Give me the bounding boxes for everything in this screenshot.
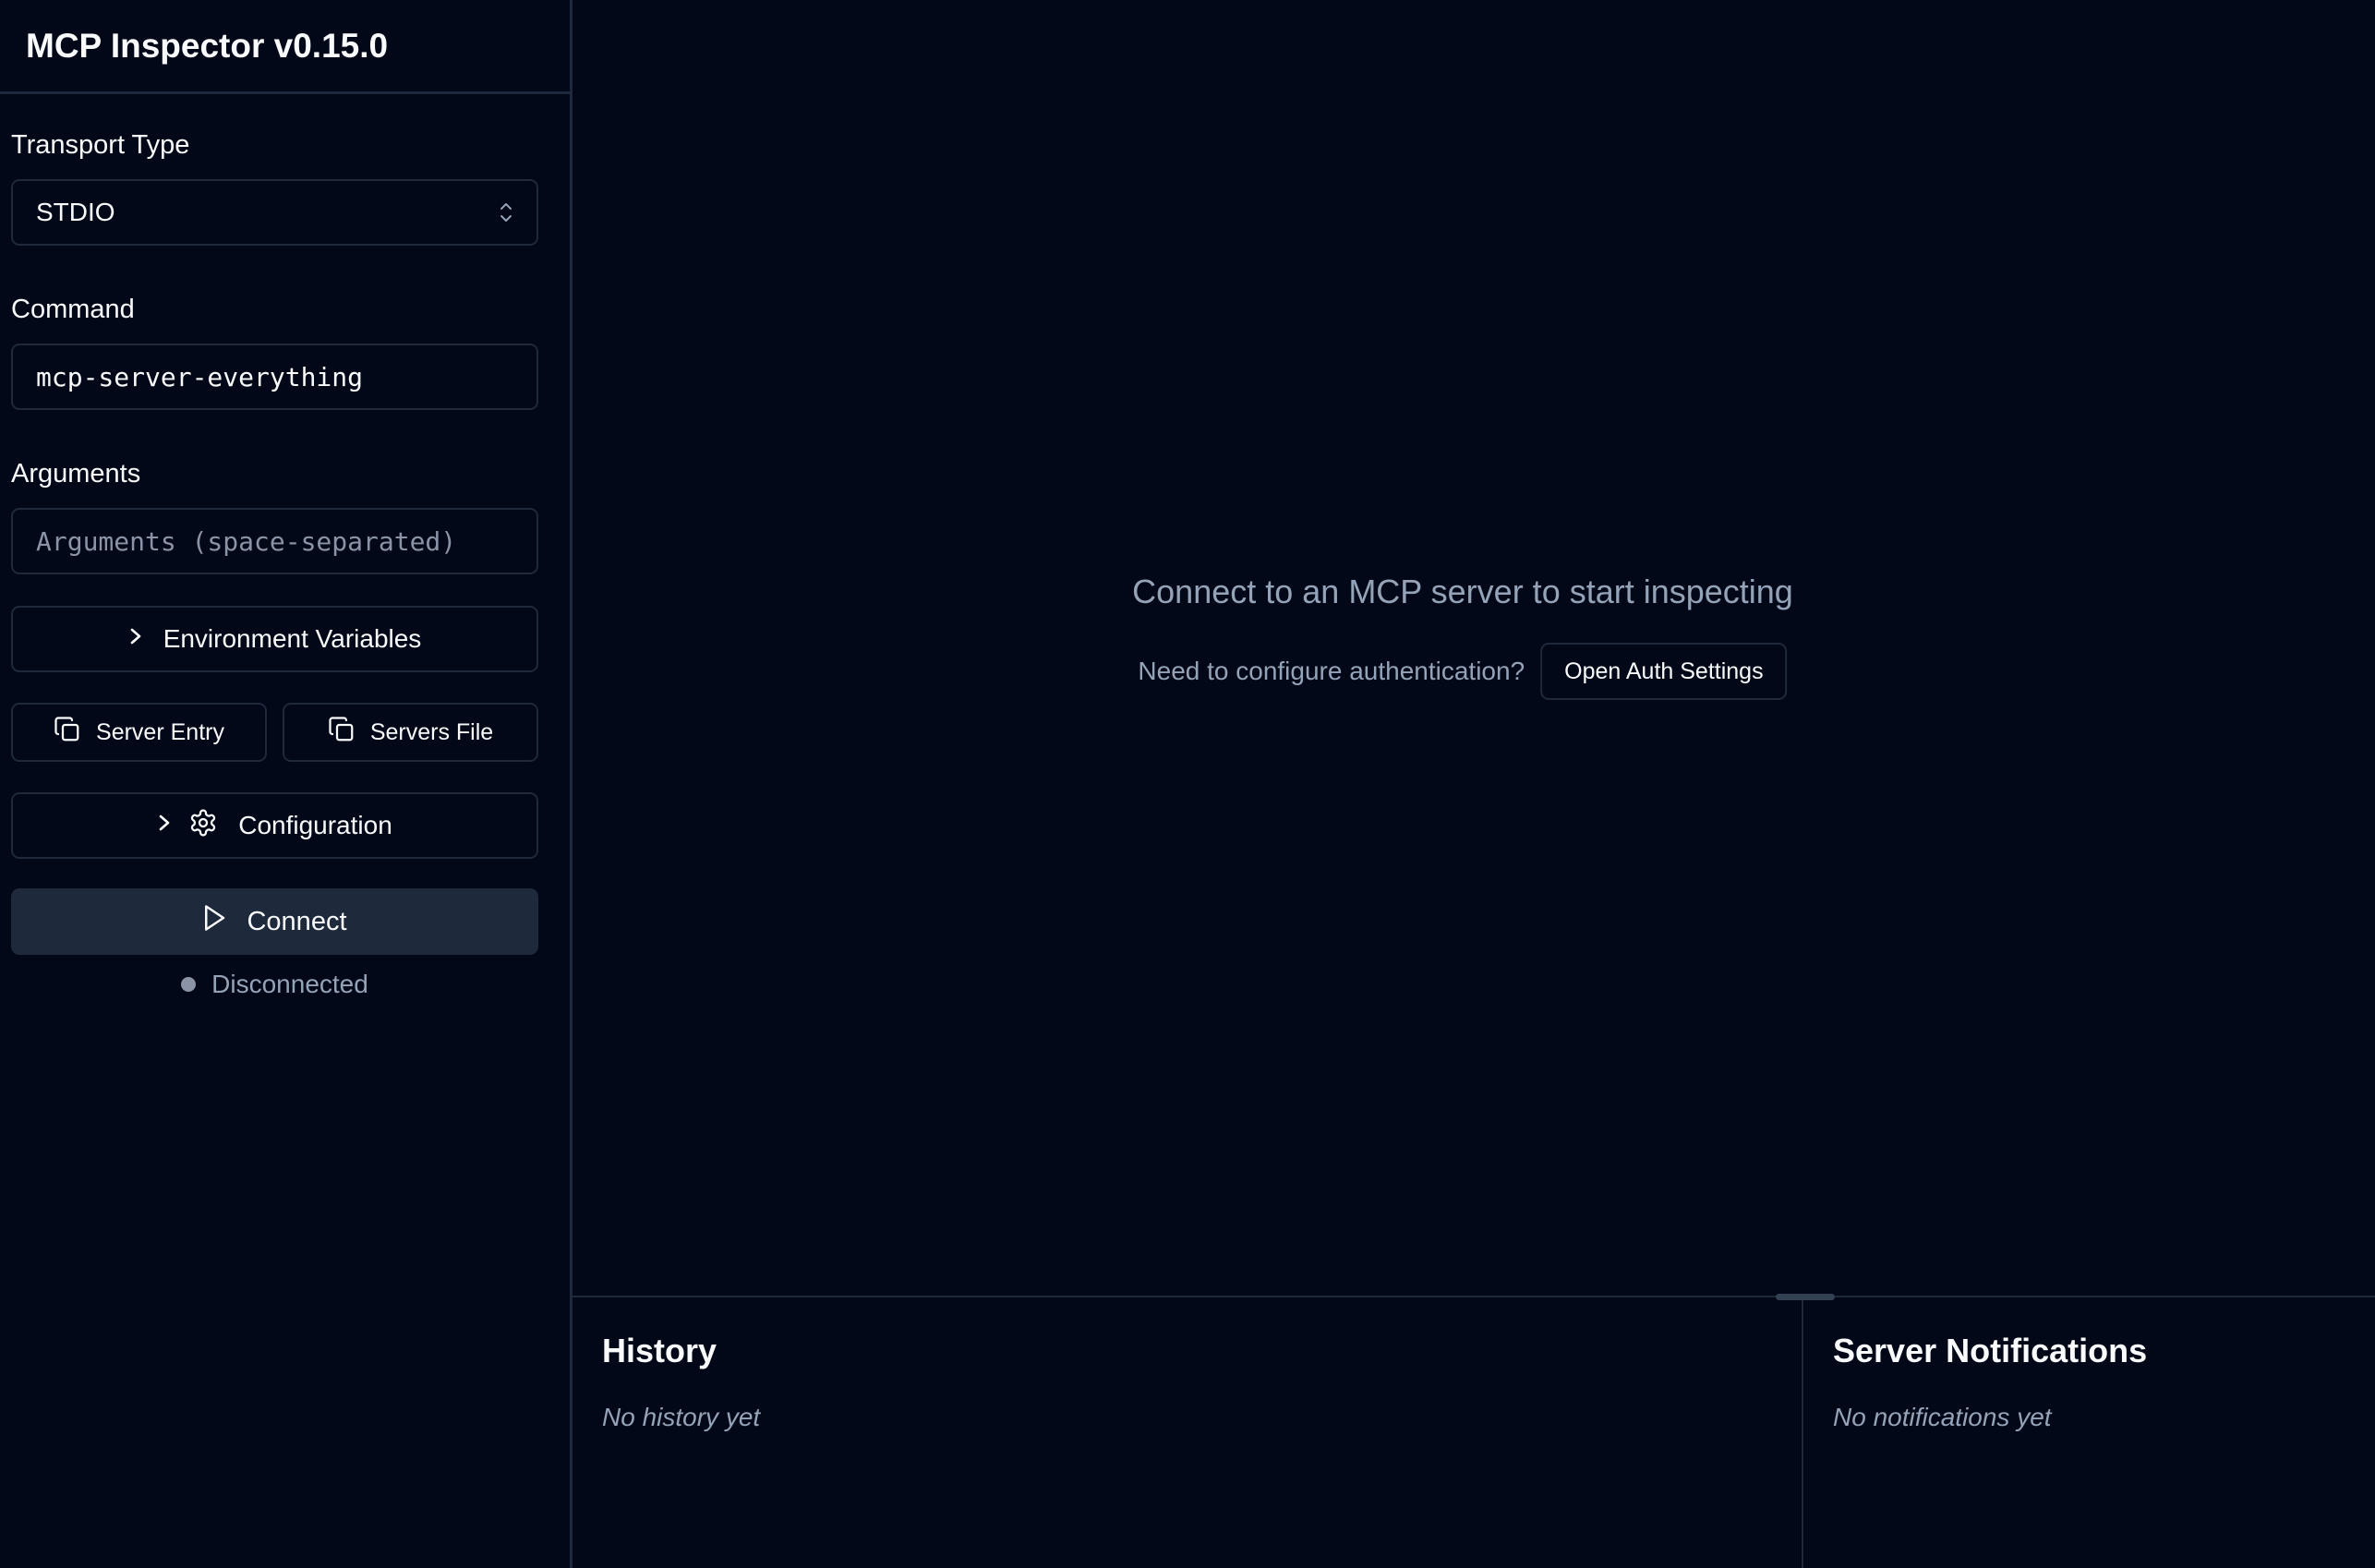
status-text: Disconnected	[211, 970, 368, 998]
copy-buttons-row: Server Entry Servers File	[11, 703, 539, 762]
transport-type-select[interactable]: STDIO	[11, 179, 538, 246]
app: MCP Inspector v0.15.0 Transport Type STD…	[0, 0, 2375, 1568]
empty-state-title: Connect to an MCP server to start inspec…	[1132, 573, 1793, 610]
notifications-empty: No notifications yet	[1833, 1403, 2052, 1431]
sidebar-header: MCP Inspector v0.15.0	[0, 0, 570, 94]
play-icon	[202, 904, 226, 939]
bottom-panel: History No history yet Server Notificati…	[573, 1294, 2375, 1568]
arguments-input[interactable]	[11, 508, 538, 574]
main-area: Connect to an MCP server to start inspec…	[573, 0, 2375, 1568]
servers-file-label: Servers File	[369, 718, 494, 745]
history-panel: History No history yet	[573, 1297, 1803, 1568]
status-dot-icon	[181, 977, 197, 992]
chevrons-up-down-icon	[499, 201, 513, 223]
connection-status: Disconnected	[11, 970, 538, 999]
auth-prompt: Need to configure authentication? Open A…	[1138, 643, 1788, 700]
command-input[interactable]	[11, 344, 538, 410]
empty-state: Connect to an MCP server to start inspec…	[1132, 573, 1793, 700]
notifications-title: Server Notifications	[1833, 1332, 2148, 1369]
auth-question: Need to configure authentication?	[1138, 657, 1525, 685]
connection-form: Transport Type STDIO Command Arguments	[0, 94, 570, 999]
open-auth-settings-button[interactable]: Open Auth Settings	[1540, 643, 1788, 700]
environment-variables-label: Environment Variables	[163, 624, 422, 653]
server-entry-button[interactable]: Server Entry	[11, 703, 267, 762]
history-empty: No history yet	[602, 1403, 761, 1431]
chevron-right-icon	[157, 811, 172, 840]
copy-icon	[54, 716, 81, 750]
transport-type-value: STDIO	[36, 198, 115, 226]
configuration-button[interactable]: Configuration	[11, 792, 538, 859]
environment-variables-button[interactable]: Environment Variables	[11, 606, 538, 672]
connect-button[interactable]: Connect	[11, 888, 538, 955]
server-entry-label: Server Entry	[96, 718, 224, 745]
main-content: Connect to an MCP server to start inspec…	[573, 0, 2375, 1296]
gear-icon	[188, 808, 218, 844]
connect-label: Connect	[247, 906, 347, 936]
arguments-label: Arguments	[11, 459, 141, 488]
configuration-label: Configuration	[238, 811, 392, 839]
transport-type-label: Transport Type	[11, 130, 190, 160]
chevron-right-icon	[128, 624, 143, 654]
servers-file-button[interactable]: Servers File	[283, 703, 538, 762]
command-label: Command	[11, 295, 135, 324]
notifications-panel: Server Notifications No notifications ye…	[1803, 1297, 2375, 1568]
sidebar: MCP Inspector v0.15.0 Transport Type STD…	[0, 0, 573, 1568]
resize-handle[interactable]	[1776, 1294, 1835, 1300]
copy-icon	[328, 716, 356, 750]
history-title: History	[602, 1332, 717, 1369]
app-title: MCP Inspector v0.15.0	[26, 26, 389, 65]
